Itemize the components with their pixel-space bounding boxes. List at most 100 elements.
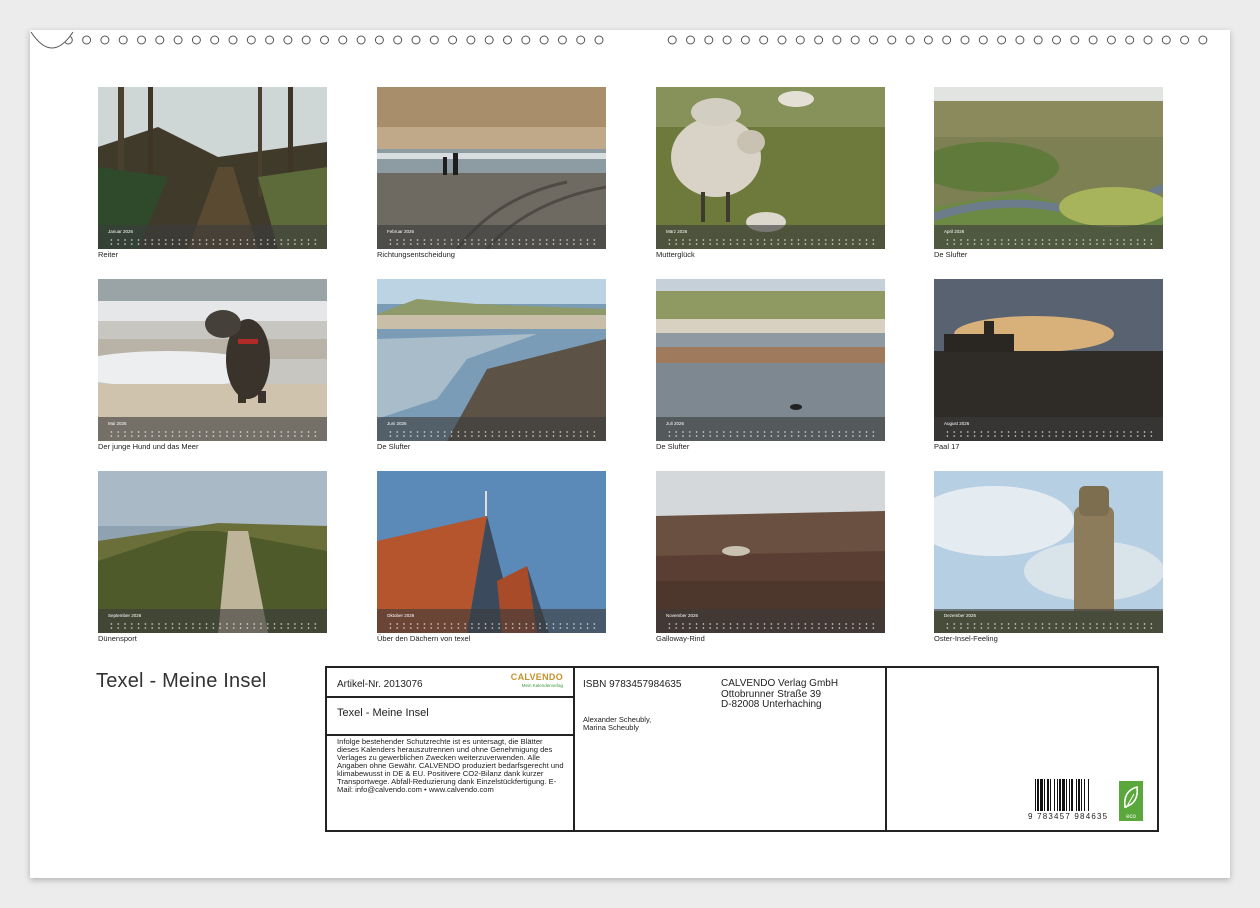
month-label: Oktober 2026 <box>387 613 415 618</box>
binding-hole <box>997 35 1007 45</box>
binding-hole <box>1070 35 1080 45</box>
eco-leaf-icon: eco <box>1119 781 1143 821</box>
thumbnail-caption: De Slufter <box>377 442 411 451</box>
thumbnail-october: Oktober 2026 <box>377 471 606 633</box>
binding-hole <box>466 35 476 45</box>
barcode-icon <box>1035 779 1089 811</box>
binding-hole <box>429 35 439 45</box>
info-column-left: Artikel-Nr. 2013076 CALVENDO Mein Kalend… <box>327 668 575 830</box>
barcode-bar <box>1088 779 1089 811</box>
info-column-middle: ISBN 9783457984635 Alexander Scheubly, M… <box>573 668 887 830</box>
month-strip: Februar 2026 <box>377 225 606 249</box>
thumbnail-november: November 2026 <box>656 471 885 633</box>
logo-brand: CALVENDO <box>510 672 563 682</box>
barcode-bar <box>1040 779 1043 811</box>
binding-hole <box>265 35 275 45</box>
thumbnail-caption: Über den Dächern von texel <box>377 634 471 643</box>
binding-hole <box>191 35 201 45</box>
binding-hole <box>210 35 220 45</box>
barcode-bar <box>1050 779 1051 811</box>
month-label: Februar 2026 <box>387 229 415 234</box>
binding-hole <box>137 35 146 45</box>
calendar-title: Texel - Meine Insel <box>96 670 267 692</box>
month-strip: September 2026 <box>98 609 327 633</box>
month-strip: März 2026 <box>656 225 885 249</box>
binding-hole <box>557 35 567 45</box>
month-label: September 2026 <box>108 613 142 618</box>
logo-subtitle: Mein Kalenderverlag <box>521 683 563 688</box>
thumbnail-caption: Paal 17 <box>934 442 960 451</box>
author-line-2: Marina Scheubly <box>583 723 639 732</box>
binding-hole <box>100 35 110 45</box>
publisher-info-box: Artikel-Nr. 2013076 CALVENDO Mein Kalend… <box>325 666 1159 832</box>
hanger-notch <box>30 31 74 49</box>
binding-hole <box>850 35 860 45</box>
binding-hole <box>1143 35 1153 45</box>
binding-hole <box>722 35 732 45</box>
month-strip: Oktober 2026 <box>377 609 606 633</box>
month-strip: November 2026 <box>656 609 885 633</box>
title-row: Texel - Meine Insel <box>327 696 573 736</box>
binding-hole <box>539 35 549 45</box>
day-grid <box>108 238 321 246</box>
month-strip: Juni 2026 <box>377 417 606 441</box>
barcode-bar <box>1066 779 1067 811</box>
binding-hole <box>960 35 970 45</box>
binding-hole <box>1161 35 1171 45</box>
day-grid <box>944 238 1157 246</box>
thumbnail-april: April 2026 <box>934 87 1163 249</box>
thumbnail-caption: Dünensport <box>98 634 137 643</box>
barcode-bar <box>1076 779 1077 811</box>
binding-hole <box>887 35 897 45</box>
binding-hole <box>942 35 952 45</box>
binding-hole <box>521 35 531 45</box>
binding-hole <box>905 35 915 45</box>
binding-hole <box>814 35 824 45</box>
binding-hole <box>795 35 805 45</box>
thumbnail-january: Januar 2026 <box>98 87 327 249</box>
barcode-bar <box>1062 779 1065 811</box>
binding-hole <box>1088 35 1098 45</box>
month-strip: April 2026 <box>934 225 1163 249</box>
binding-hole <box>393 35 403 45</box>
thumbnail-caption: Mutterglück <box>656 250 695 259</box>
thumbnail-caption: Oster-Insel-Feeling <box>934 634 998 643</box>
binding-hole <box>1125 35 1135 45</box>
binding-hole <box>301 35 311 45</box>
barcode-bar <box>1059 779 1061 811</box>
binding-hole <box>667 35 677 45</box>
binding-hole <box>155 35 165 45</box>
calendar-back-page: Januar 2026 Reiter Februar 2026 Richtung… <box>30 30 1230 878</box>
binding-hole <box>338 35 348 45</box>
eco-label: eco <box>1126 814 1136 820</box>
day-grid <box>108 430 321 438</box>
spiral-binding <box>30 30 1230 52</box>
thumbnail-june: Juni 2026 <box>377 279 606 441</box>
barcode-bar <box>1035 779 1036 811</box>
barcode-number: 9 783457 984635 <box>1028 812 1109 821</box>
day-grid <box>387 430 600 438</box>
binding-hole <box>759 35 769 45</box>
thumbnail-caption: Der junge Hund und das Meer <box>98 442 199 451</box>
thumbnail-caption: Reiter <box>98 250 119 259</box>
day-grid <box>666 622 879 630</box>
binding-hole <box>448 35 458 45</box>
binding-hole <box>411 35 421 45</box>
month-strip: Mai 2026 <box>98 417 327 441</box>
barcode-bar <box>1037 779 1039 811</box>
binding-hole <box>374 35 384 45</box>
binding-hole <box>1015 35 1025 45</box>
day-grid <box>387 238 600 246</box>
thumbnail-september: September 2026 <box>98 471 327 633</box>
binding-hole <box>503 35 512 45</box>
binding-hole <box>704 35 714 45</box>
thumbnail-caption: Richtungsentscheidung <box>377 250 455 259</box>
binding-hole <box>978 35 988 45</box>
binding-hole <box>1033 35 1043 45</box>
article-number: Artikel-Nr. 2013076 <box>337 679 423 690</box>
month-label: Juli 2026 <box>666 421 685 426</box>
thumbnail-may: Mai 2026 <box>98 279 327 441</box>
day-grid <box>666 238 879 246</box>
thumbnail-august: August 2026 <box>934 279 1163 441</box>
thumbnail-caption: De Slufter <box>656 442 690 451</box>
